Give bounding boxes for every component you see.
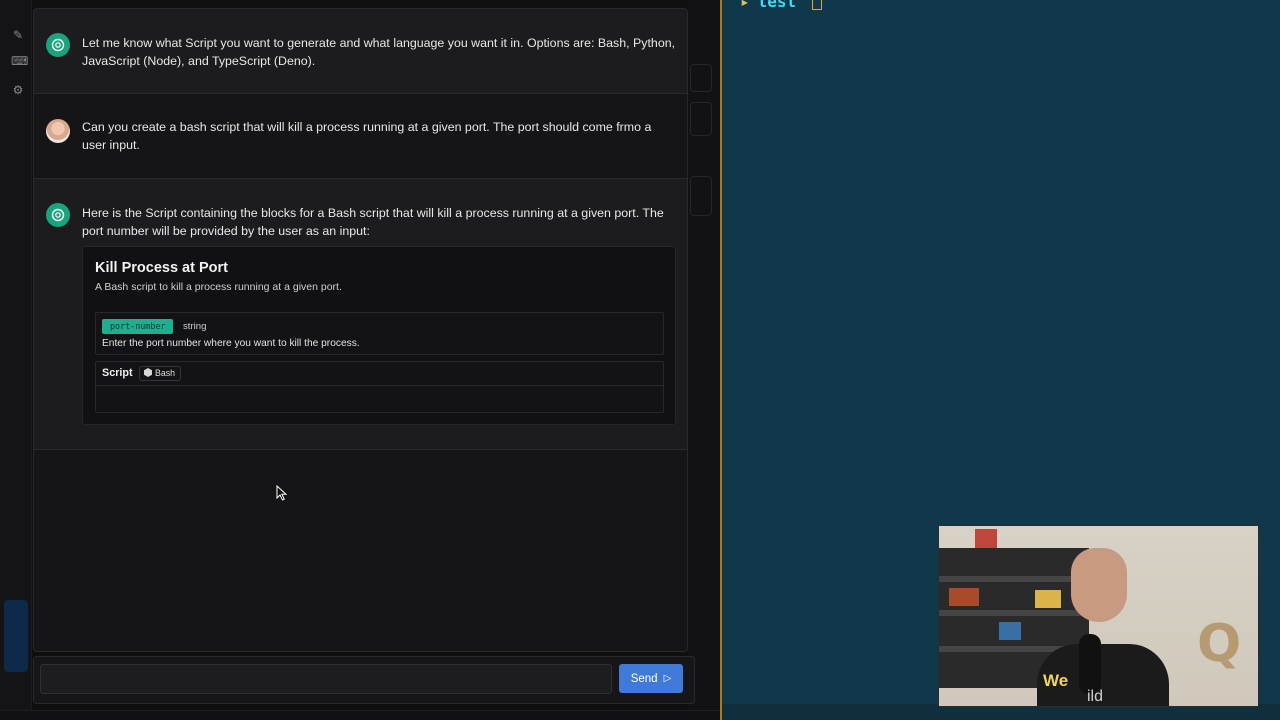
argument-name-badge: port-number <box>102 319 174 334</box>
argument-type: string <box>183 321 207 332</box>
microphone <box>1079 634 1101 694</box>
openai-icon <box>46 203 70 227</box>
edit-icon[interactable]: ✎ <box>11 28 25 42</box>
message-text: Let me know what Script you want to gene… <box>82 36 676 68</box>
script-argument: port-number string Enter the port number… <box>95 312 664 355</box>
chat-message-assistant: Here is the Script containing the blocks… <box>34 179 687 450</box>
script-block: Script Bash <box>95 361 664 413</box>
chat-panel: Let me know what Script you want to gene… <box>33 8 688 652</box>
gear-icon[interactable]: ⚙ <box>11 83 25 97</box>
openai-icon <box>46 33 70 57</box>
argument-description: Enter the port number where you want to … <box>102 338 360 349</box>
script-block-label: Script <box>102 367 133 379</box>
chat-message-user: Can you create a bash script that will k… <box>34 94 687 179</box>
shirt-text-1: We <box>1043 671 1069 690</box>
send-icon: ▷ <box>663 672 672 684</box>
editor-line-marker: ▸ <box>740 0 750 11</box>
background-box <box>690 176 712 216</box>
language-chip: Bash <box>139 366 182 381</box>
editor-cursor <box>812 0 823 10</box>
background-box <box>690 102 712 136</box>
send-label: Send <box>630 672 658 685</box>
chat-composer: Send ▷ <box>33 656 695 704</box>
editor-line: ▸ test <box>740 0 823 11</box>
script-description: A Bash script to kill a process running … <box>95 281 342 293</box>
webcam-overlay: Q We ild <box>938 525 1259 707</box>
background-box <box>690 64 712 92</box>
mouse-cursor-icon <box>276 485 288 501</box>
script-card[interactable]: Kill Process at Port A Bash script to ki… <box>82 246 676 425</box>
script-title: Kill Process at Port <box>95 260 228 276</box>
message-text: Can you create a bash script that will k… <box>82 120 652 152</box>
presenter-head <box>1071 548 1127 622</box>
terminal-icon[interactable]: ⌨ <box>11 54 28 68</box>
shirt-text-2: ild <box>1087 688 1104 705</box>
bash-icon <box>144 368 152 377</box>
chat-message-assistant: Let me know what Script you want to gene… <box>34 9 687 94</box>
send-button[interactable]: Send ▷ <box>619 664 683 693</box>
bottom-status-strip <box>0 710 720 720</box>
editor-code-text: test <box>757 0 797 11</box>
user-avatar <box>46 119 70 143</box>
message-text: Here is the Script containing the blocks… <box>82 206 664 238</box>
script-block-header: Script Bash <box>96 362 663 386</box>
language-label: Bash <box>155 368 176 378</box>
decor-letter: Q <box>1197 614 1242 674</box>
background-app-edge <box>688 0 722 720</box>
chat-input[interactable] <box>40 664 612 694</box>
app-sidebar: ✎ ⌨ ⚙ <box>0 0 32 720</box>
sidebar-notification <box>4 600 28 672</box>
